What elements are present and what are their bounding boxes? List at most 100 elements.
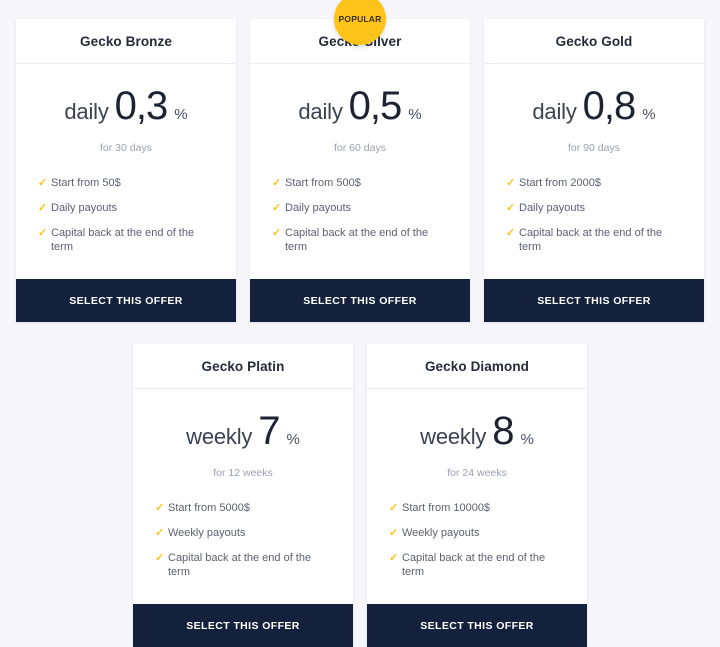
rate-display: weekly 7% — [133, 411, 353, 451]
check-icon: ✓ — [272, 227, 282, 239]
card-body: daily 0,3% for 30 days ✓ Start from 50$ ✓ Dail… — [16, 64, 236, 279]
pricing-card-gecko-gold: Gecko Gold daily 0,8% for 90 days ✓ Start fro… — [484, 19, 704, 322]
check-icon: ✓ — [389, 527, 399, 539]
feature-text: Capital back at the end of the term — [519, 227, 663, 253]
select-offer-button[interactable]: SELECT THIS OFFER — [484, 279, 704, 322]
rate-value: 0,3 — [114, 84, 169, 128]
plan-title: Gecko Diamond — [424, 358, 530, 374]
card-header: Gecko Bronze — [16, 19, 236, 64]
card-header: Gecko Gold — [484, 19, 704, 64]
feature-item: ✓ Start from 10000$ — [389, 501, 569, 515]
select-offer-button[interactable]: SELECT THIS OFFER — [367, 604, 587, 647]
feature-item: ✓ Weekly payouts — [155, 526, 335, 540]
rate-period: daily — [532, 99, 577, 124]
plan-duration: for 24 weeks — [447, 467, 507, 479]
check-icon: ✓ — [506, 177, 516, 189]
rate-period: daily — [64, 99, 109, 124]
card-body: weekly 7% for 12 weeks ✓ Start from 5000$ ✓ We… — [133, 389, 353, 604]
feature-text: Weekly payouts — [402, 527, 480, 539]
pricing-card-gecko-silver: POPULAR Gecko Silver daily 0,5% for 60 days ✓… — [250, 0, 470, 322]
check-icon: ✓ — [155, 552, 165, 564]
percent-symbol: % — [642, 106, 656, 123]
check-icon: ✓ — [389, 502, 399, 514]
card-body: daily 0,5% for 60 days ✓ Start from 500$ ✓ Dai… — [250, 64, 470, 279]
feature-item: ✓ Capital back at the end of the term — [506, 226, 686, 254]
check-icon: ✓ — [506, 227, 516, 239]
pricing-card-gecko-platin: Gecko Platin weekly 7% for 12 weeks ✓ Start f… — [133, 344, 353, 647]
rate-period: daily — [298, 99, 343, 124]
percent-symbol: % — [174, 106, 188, 123]
percent-symbol: % — [520, 431, 534, 448]
feature-list: ✓ Start from 500$ ✓ Daily payouts ✓ Capital b… — [250, 176, 470, 265]
pricing-card-gecko-diamond: Gecko Diamond weekly 8% for 24 weeks ✓ Start … — [367, 344, 587, 647]
feature-text: Weekly payouts — [168, 527, 246, 539]
feature-text: Daily payouts — [519, 202, 586, 214]
check-icon: ✓ — [38, 227, 48, 239]
feature-text: Capital back at the end of the term — [168, 552, 312, 578]
check-icon: ✓ — [38, 202, 48, 214]
check-icon: ✓ — [155, 527, 165, 539]
select-offer-button[interactable]: SELECT THIS OFFER — [16, 279, 236, 322]
check-icon: ✓ — [389, 552, 399, 564]
feature-item: ✓ Daily payouts — [38, 201, 218, 215]
feature-text: Capital back at the end of the term — [51, 227, 195, 253]
feature-item: ✓ Capital back at the end of the term — [389, 551, 569, 579]
rate-display: daily 0,3% — [16, 86, 236, 126]
feature-item: ✓ Daily payouts — [506, 201, 686, 215]
rate-display: daily 0,5% — [250, 86, 470, 126]
plan-title: Gecko Gold — [555, 33, 633, 49]
feature-item: ✓ Daily payouts — [272, 201, 452, 215]
feature-list: ✓ Start from 2000$ ✓ Daily payouts ✓ Capital … — [484, 176, 704, 265]
feature-text: Capital back at the end of the term — [285, 227, 429, 253]
plan-title: Gecko Bronze — [80, 33, 172, 49]
feature-item: ✓ Capital back at the end of the term — [38, 226, 218, 254]
rate-display: weekly 8% — [367, 411, 587, 451]
feature-text: Start from 5000$ — [168, 502, 250, 514]
pricing-card-gecko-bronze: Gecko Bronze daily 0,3% for 30 days ✓ Start f… — [16, 19, 236, 322]
plan-duration: for 90 days — [568, 142, 620, 154]
plan-title: Gecko Platin — [201, 358, 285, 374]
feature-text: Start from 2000$ — [519, 177, 601, 189]
pricing-plans-board: Gecko Bronze daily 0,3% for 30 days ✓ Start f… — [0, 0, 720, 647]
feature-item: ✓ Start from 2000$ — [506, 176, 686, 190]
select-offer-button[interactable]: SELECT THIS OFFER — [133, 604, 353, 647]
pricing-row-top: Gecko Bronze daily 0,3% for 30 days ✓ Start f… — [10, 0, 710, 322]
feature-item: ✓ Start from 500$ — [272, 176, 452, 190]
percent-symbol: % — [286, 431, 300, 448]
feature-item: ✓ Capital back at the end of the term — [155, 551, 335, 579]
card-body: weekly 8% for 24 weeks ✓ Start from 10000$ ✓ W… — [367, 389, 587, 604]
rate-value: 7 — [258, 409, 280, 453]
check-icon: ✓ — [38, 177, 48, 189]
rate-period: weekly — [186, 424, 253, 449]
card-header: Gecko Diamond — [367, 344, 587, 389]
pricing-row-bottom: Gecko Platin weekly 7% for 12 weeks ✓ Start f… — [10, 344, 710, 647]
check-icon: ✓ — [272, 177, 282, 189]
card-header: Gecko Platin — [133, 344, 353, 389]
feature-text: Start from 50$ — [51, 177, 121, 189]
plan-duration: for 30 days — [100, 142, 152, 154]
card-body: daily 0,8% for 90 days ✓ Start from 2000$ ✓ Da… — [484, 64, 704, 279]
rate-value: 8 — [492, 409, 514, 453]
feature-text: Daily payouts — [285, 202, 352, 214]
feature-text: Start from 10000$ — [402, 502, 491, 514]
check-icon: ✓ — [506, 202, 516, 214]
feature-item: ✓ Capital back at the end of the term — [272, 226, 452, 254]
plan-duration: for 12 weeks — [213, 467, 273, 479]
feature-item: ✓ Weekly payouts — [389, 526, 569, 540]
feature-list: ✓ Start from 50$ ✓ Daily payouts ✓ Capital ba… — [16, 176, 236, 265]
feature-text: Daily payouts — [51, 202, 118, 214]
select-offer-button[interactable]: SELECT THIS OFFER — [250, 279, 470, 322]
feature-list: ✓ Start from 10000$ ✓ Weekly payouts ✓ Capita… — [367, 501, 587, 590]
rate-value: 0,8 — [582, 84, 637, 128]
feature-text: Capital back at the end of the term — [402, 552, 546, 578]
plan-duration: for 60 days — [334, 142, 386, 154]
percent-symbol: % — [408, 106, 422, 123]
rate-value: 0,5 — [348, 84, 403, 128]
feature-list: ✓ Start from 5000$ ✓ Weekly payouts ✓ Capital… — [133, 501, 353, 590]
feature-item: ✓ Start from 5000$ — [155, 501, 335, 515]
feature-item: ✓ Start from 50$ — [38, 176, 218, 190]
check-icon: ✓ — [272, 202, 282, 214]
feature-text: Start from 500$ — [285, 177, 361, 189]
check-icon: ✓ — [155, 502, 165, 514]
rate-display: daily 0,8% — [484, 86, 704, 126]
